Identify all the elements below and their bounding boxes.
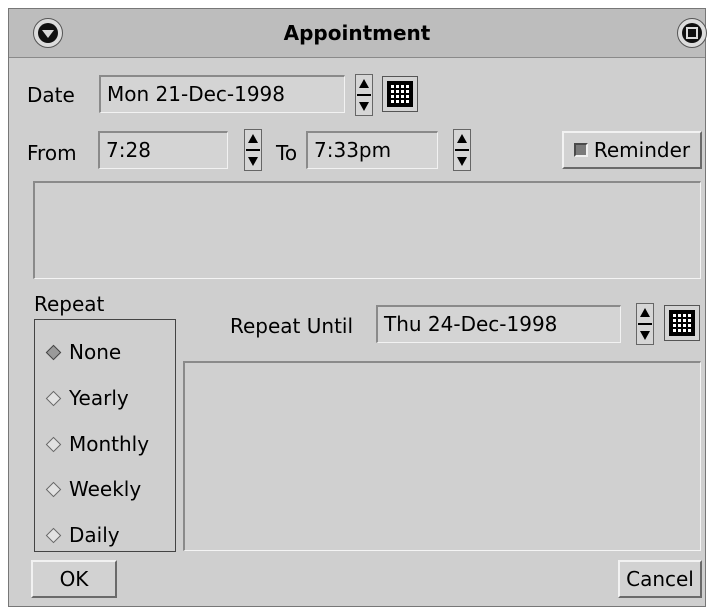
to-time-field[interactable]: 7:33pm bbox=[306, 131, 438, 169]
radio-icon bbox=[45, 481, 62, 497]
repeat-until-calendar-button[interactable] bbox=[664, 305, 700, 341]
spin-down-icon[interactable] bbox=[457, 157, 467, 166]
repeat-until-field[interactable]: Thu 24-Dec-1998 bbox=[376, 305, 621, 343]
repeat-option-label: None bbox=[69, 340, 122, 364]
repeat-radio-group: None Yearly Monthly Weekly Daily bbox=[34, 319, 176, 552]
repeat-option-daily[interactable]: Daily bbox=[45, 523, 120, 547]
radio-icon bbox=[45, 390, 62, 406]
spin-down-icon[interactable] bbox=[359, 102, 369, 111]
window-title: Appointment bbox=[283, 21, 431, 45]
repeat-option-label: Weekly bbox=[69, 477, 142, 501]
reminder-checkbox[interactable]: Reminder bbox=[562, 131, 702, 169]
to-label: To bbox=[276, 141, 298, 165]
title-bar[interactable]: Appointment bbox=[9, 9, 707, 58]
repeat-details-panel bbox=[183, 361, 701, 551]
repeat-option-yearly[interactable]: Yearly bbox=[45, 386, 129, 410]
repeat-option-label: Monthly bbox=[69, 432, 150, 456]
reminder-label: Reminder bbox=[593, 138, 691, 162]
description-textarea[interactable] bbox=[33, 181, 701, 279]
calendar-icon bbox=[669, 310, 695, 336]
spin-up-icon[interactable] bbox=[359, 79, 369, 88]
calendar-icon bbox=[387, 81, 413, 107]
spin-down-icon[interactable] bbox=[640, 331, 650, 340]
repeat-option-label: Daily bbox=[69, 523, 120, 547]
from-time-field[interactable]: 7:28 bbox=[98, 131, 228, 169]
to-time-spinner[interactable] bbox=[453, 129, 471, 171]
radio-icon bbox=[45, 436, 62, 452]
repeat-option-monthly[interactable]: Monthly bbox=[45, 432, 149, 456]
radio-selected-icon bbox=[45, 344, 62, 360]
maximize-button[interactable] bbox=[677, 18, 707, 48]
cancel-button[interactable]: Cancel bbox=[618, 560, 702, 598]
radio-icon bbox=[45, 527, 62, 543]
maximize-icon bbox=[682, 23, 702, 43]
spin-up-icon[interactable] bbox=[640, 308, 650, 317]
spin-up-icon[interactable] bbox=[457, 134, 467, 143]
date-spinner[interactable] bbox=[355, 74, 373, 116]
appointment-window: Appointment Date Mon 21-Dec-1998 From 7:… bbox=[8, 8, 707, 607]
from-label: From bbox=[27, 141, 77, 165]
ok-button[interactable]: OK bbox=[31, 560, 117, 598]
repeat-option-weekly[interactable]: Weekly bbox=[45, 477, 141, 501]
date-calendar-button[interactable] bbox=[382, 76, 418, 112]
spin-up-icon[interactable] bbox=[248, 134, 258, 143]
repeat-label: Repeat bbox=[34, 292, 105, 316]
spin-down-icon[interactable] bbox=[248, 157, 258, 166]
from-time-spinner[interactable] bbox=[244, 129, 262, 171]
date-label: Date bbox=[27, 83, 75, 107]
date-field[interactable]: Mon 21-Dec-1998 bbox=[99, 75, 345, 113]
checkbox-indicator-icon bbox=[573, 143, 588, 157]
repeat-option-none[interactable]: None bbox=[45, 340, 121, 364]
repeat-option-label: Yearly bbox=[69, 386, 129, 410]
repeat-until-spinner[interactable] bbox=[636, 303, 654, 345]
repeat-until-label: Repeat Until bbox=[230, 314, 354, 338]
